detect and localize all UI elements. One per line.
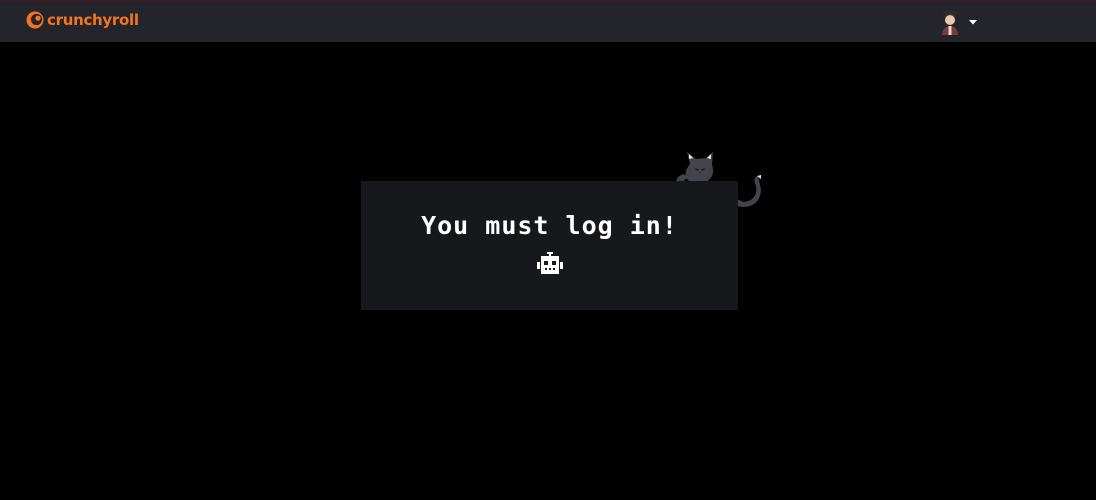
crunchyroll-logo-link[interactable]: crunchyroll — [26, 9, 139, 31]
account-menu-button[interactable] — [938, 9, 978, 35]
brand-name: crunchyroll — [47, 11, 139, 29]
user-avatar-icon — [942, 10, 958, 35]
login-required-panel: You must log in! — [361, 181, 738, 310]
top-navigation-bar: crunchyroll — [0, 0, 1096, 42]
crunchyroll-logo-icon — [26, 11, 44, 29]
login-required-message: You must log in! — [421, 211, 678, 240]
robot-icon — [537, 252, 563, 274]
caret-down-icon — [969, 20, 977, 25]
